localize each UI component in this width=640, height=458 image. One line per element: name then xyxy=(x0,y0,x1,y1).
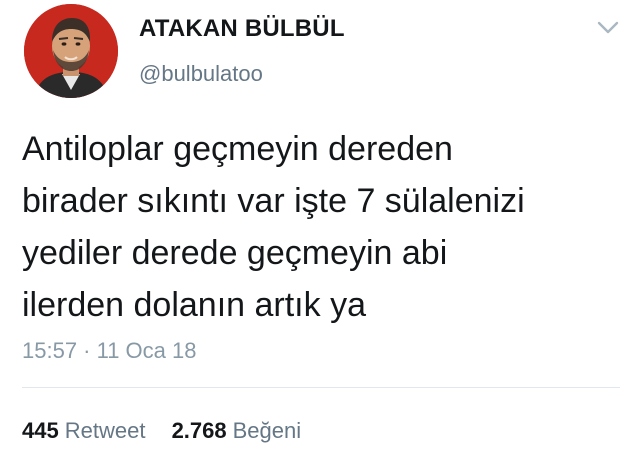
tweet-text-line: yediler derede geçmeyin abi xyxy=(22,234,448,272)
tweet-card: ATAKAN BÜLBÜL @bulbulatoo Antiloplar geç… xyxy=(0,0,640,458)
author-display-name[interactable]: ATAKAN BÜLBÜL xyxy=(139,14,345,44)
like-count-link[interactable]: 2.768 Beğeni xyxy=(172,416,302,446)
like-count: 2.768 xyxy=(171,418,227,443)
tweet-text-line: birader sıkıntı var işte 7 sülalenizi xyxy=(22,182,525,220)
author-info[interactable]: ATAKAN BÜLBÜL @bulbulatoo xyxy=(139,14,345,88)
tweet-timestamp[interactable]: 15:57 · 11 Oca 18 xyxy=(22,337,197,365)
author-handle[interactable]: @bulbulatoo xyxy=(139,60,345,88)
author-avatar[interactable] xyxy=(24,4,118,98)
divider xyxy=(22,387,620,388)
retweet-count: 445 xyxy=(22,418,59,443)
retweet-count-link[interactable]: 445 Retweet xyxy=(22,416,145,446)
like-label: Beğeni xyxy=(232,418,302,443)
tweet-text-line: Antiloplar geçmeyin dereden xyxy=(22,130,453,168)
avatar-image xyxy=(24,4,118,98)
tweet-text-line: ilerden dolanın artık ya xyxy=(22,286,366,324)
retweet-label: Retweet xyxy=(64,418,146,443)
tweet-text: Antiloplar geçmeyin dereden birader sıkı… xyxy=(22,123,622,331)
tweet-stats: 445 Retweet 2.768 Beğeni xyxy=(22,416,301,446)
chevron-down-icon[interactable] xyxy=(596,20,620,36)
